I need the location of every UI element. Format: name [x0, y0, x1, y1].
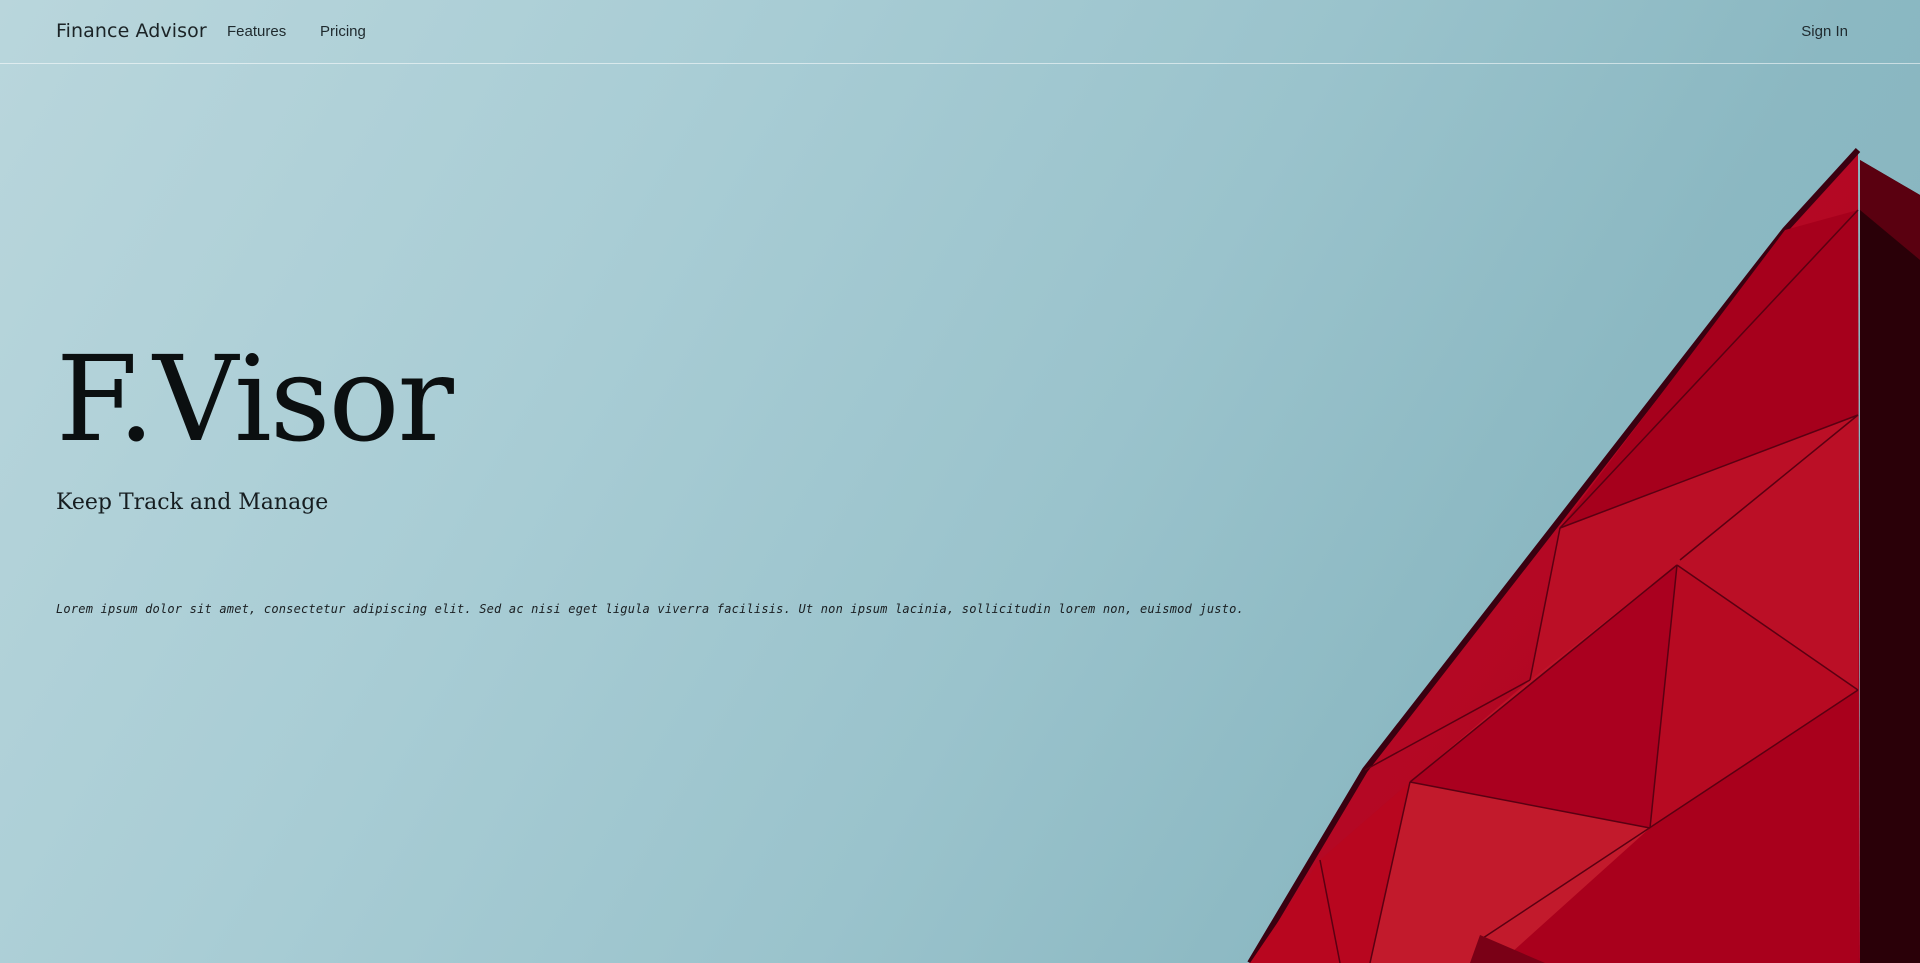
hero-title: F.Visor [56, 330, 454, 468]
nav-link-features[interactable]: Features [227, 23, 286, 40]
brand-link[interactable]: Finance Advisor [56, 20, 207, 42]
hero-section: F.Visor [56, 330, 454, 468]
hero-background-image [1247, 147, 1920, 963]
sign-in-link[interactable]: Sign In [1801, 23, 1848, 40]
red-building-shape [1247, 147, 1920, 963]
hero-description: Lorem ipsum dolor sit amet, consectetur … [56, 602, 1244, 616]
top-navbar: Finance Advisor Features Pricing Sign In [0, 0, 1920, 64]
nav-link-pricing[interactable]: Pricing [320, 23, 366, 40]
hero-subtitle: Keep Track and Manage [56, 490, 329, 515]
